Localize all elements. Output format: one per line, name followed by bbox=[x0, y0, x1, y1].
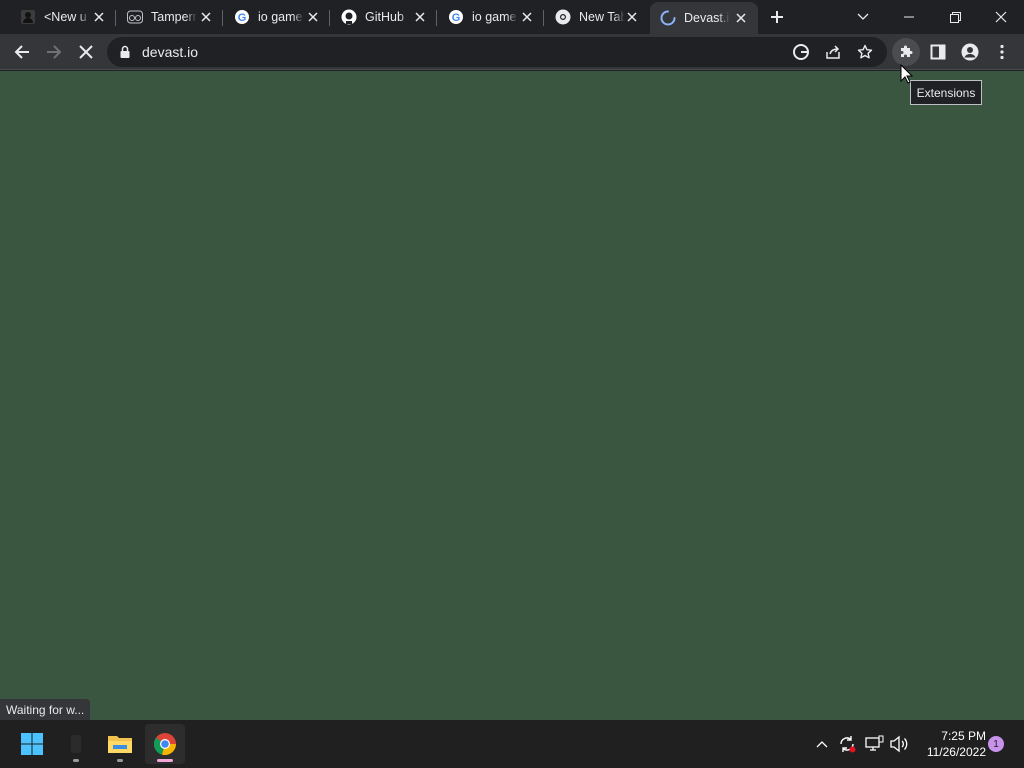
active-indicator bbox=[157, 759, 173, 762]
windows-logo-icon bbox=[21, 733, 43, 755]
tab-separator bbox=[115, 10, 116, 26]
extensions-tooltip: Extensions bbox=[910, 80, 982, 105]
tab-title: Devast.io bbox=[684, 11, 730, 25]
folder-icon bbox=[108, 736, 132, 753]
sync-alert-icon[interactable] bbox=[835, 732, 859, 756]
close-tab-icon[interactable] bbox=[304, 8, 322, 26]
tab-title: io game bbox=[472, 10, 517, 24]
restore-button[interactable] bbox=[932, 0, 978, 34]
close-icon bbox=[79, 45, 93, 59]
tab-tampermonkey[interactable]: Tamperm bbox=[117, 4, 223, 30]
tab-title: GitHub bbox=[365, 10, 404, 24]
minimize-icon bbox=[904, 16, 914, 18]
stop-loading-button[interactable] bbox=[72, 38, 100, 66]
profile-avatar-icon bbox=[961, 43, 979, 61]
tab-new-tab[interactable]: New Tab bbox=[545, 4, 649, 30]
svg-text:G: G bbox=[238, 12, 247, 24]
back-button[interactable] bbox=[8, 38, 36, 66]
close-tab-icon[interactable] bbox=[90, 8, 108, 26]
close-tab-icon[interactable] bbox=[732, 9, 750, 27]
running-indicator bbox=[117, 759, 123, 762]
network-icon[interactable] bbox=[862, 732, 886, 756]
arrow-right-icon bbox=[47, 45, 62, 59]
clock-time: 7:25 PM bbox=[941, 729, 986, 743]
kebab-menu-icon bbox=[1000, 44, 1004, 60]
tab-new-user[interactable]: <New u bbox=[10, 4, 116, 30]
restore-icon bbox=[949, 11, 961, 23]
clock-date: 11/26/2022 bbox=[926, 745, 986, 759]
chrome-icon bbox=[153, 733, 177, 756]
mouse-cursor-icon bbox=[900, 64, 914, 84]
app-icon bbox=[71, 735, 81, 753]
tab-title: Tamperm bbox=[151, 10, 197, 24]
close-tab-icon[interactable] bbox=[623, 8, 641, 26]
extensions-button[interactable] bbox=[892, 38, 920, 66]
status-bubble: Waiting for w... bbox=[0, 699, 91, 720]
minimize-button[interactable] bbox=[886, 0, 932, 34]
puzzle-piece-icon bbox=[901, 45, 913, 57]
tab-io-game-search-2[interactable]: G io game bbox=[438, 4, 544, 30]
taskbar-app-dark[interactable] bbox=[56, 724, 96, 764]
running-indicator bbox=[73, 759, 79, 762]
taskbar-chrome[interactable] bbox=[145, 724, 185, 764]
bookmark-star-icon[interactable] bbox=[855, 42, 875, 62]
tab-title: <New u bbox=[44, 10, 87, 24]
close-window-button[interactable] bbox=[978, 0, 1024, 34]
close-tab-icon[interactable] bbox=[197, 8, 215, 26]
tampermonkey-icon bbox=[127, 9, 143, 25]
start-button[interactable] bbox=[12, 724, 52, 764]
taskbar bbox=[0, 720, 1024, 768]
page-content[interactable] bbox=[0, 71, 1024, 720]
github-icon bbox=[341, 9, 357, 25]
tab-title: io game bbox=[258, 10, 303, 24]
chevron-down-icon bbox=[857, 13, 869, 20]
close-tab-icon[interactable] bbox=[518, 8, 536, 26]
tab-separator bbox=[436, 10, 437, 26]
browser-toolbar: devast.io bbox=[0, 34, 1024, 70]
tab-strip: <New u Tamperm G io game GitHub G io gam… bbox=[0, 0, 1024, 34]
lock-icon[interactable] bbox=[119, 45, 131, 59]
arrow-left-icon bbox=[14, 45, 29, 59]
menu-button[interactable] bbox=[988, 38, 1016, 66]
close-icon bbox=[995, 11, 1007, 23]
taskbar-file-explorer[interactable] bbox=[100, 724, 140, 764]
tab-title: New Tab bbox=[579, 10, 625, 24]
tab-github[interactable]: GitHub bbox=[331, 4, 437, 30]
profile-button[interactable] bbox=[956, 38, 984, 66]
share-icon[interactable] bbox=[823, 42, 843, 62]
loading-spinner-icon bbox=[660, 10, 676, 26]
new-tab-button[interactable] bbox=[767, 7, 787, 27]
tab-separator bbox=[543, 10, 544, 26]
tab-separator bbox=[222, 10, 223, 26]
close-tab-icon[interactable] bbox=[411, 8, 429, 26]
tab-separator bbox=[329, 10, 330, 26]
url-text[interactable]: devast.io bbox=[142, 44, 198, 60]
tab-devast[interactable]: Devast.io bbox=[650, 2, 758, 34]
plus-icon bbox=[771, 11, 783, 23]
chevron-up-icon[interactable] bbox=[810, 732, 834, 756]
volume-icon[interactable] bbox=[887, 732, 911, 756]
notification-badge[interactable]: 1 bbox=[988, 736, 1004, 752]
taskbar-clock[interactable]: 7:25 PM 11/26/2022 bbox=[916, 728, 986, 760]
google-icon: G bbox=[234, 9, 250, 25]
chrome-icon bbox=[555, 9, 571, 25]
github-user-icon bbox=[20, 9, 36, 25]
side-panel-button[interactable] bbox=[924, 38, 952, 66]
forward-button[interactable] bbox=[40, 38, 68, 66]
svg-text:G: G bbox=[452, 12, 461, 24]
tab-search-button[interactable] bbox=[840, 0, 886, 34]
tab-io-game-search-1[interactable]: G io game bbox=[224, 4, 330, 30]
google-icon: G bbox=[448, 9, 464, 25]
side-panel-icon bbox=[930, 44, 946, 60]
google-lens-icon[interactable] bbox=[791, 42, 811, 62]
address-bar[interactable]: devast.io bbox=[107, 37, 887, 67]
